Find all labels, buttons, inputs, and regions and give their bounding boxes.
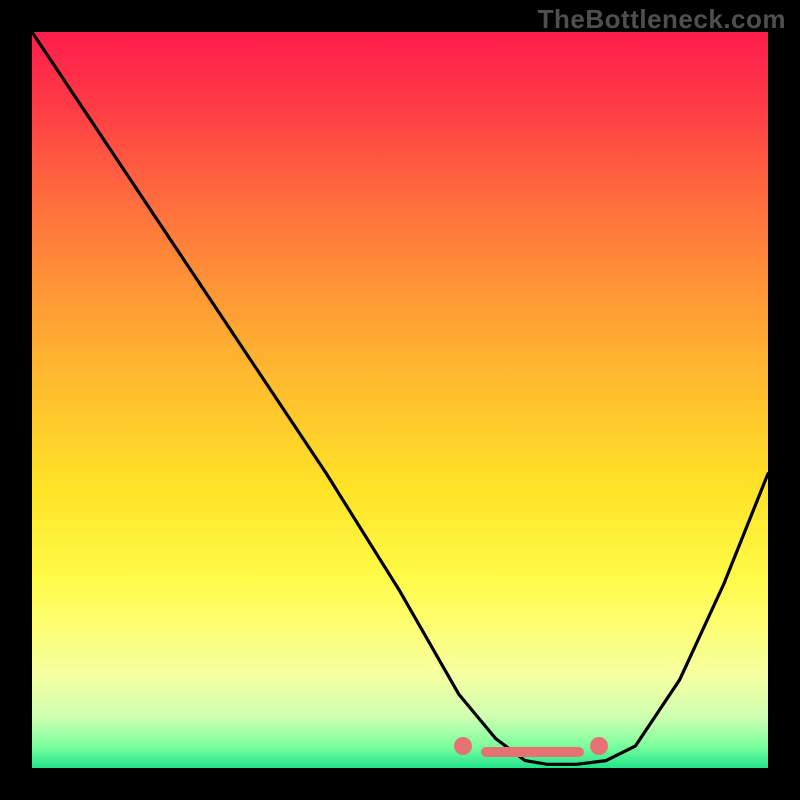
- highlight-dot-end: [590, 737, 608, 755]
- bottleneck-curve: [32, 32, 768, 768]
- chart-frame: TheBottleneck.com: [0, 0, 800, 800]
- highlight-segment: [481, 747, 584, 757]
- highlight-dot-start: [454, 737, 472, 755]
- watermark-text: TheBottleneck.com: [538, 4, 786, 35]
- plot-area: [32, 32, 768, 768]
